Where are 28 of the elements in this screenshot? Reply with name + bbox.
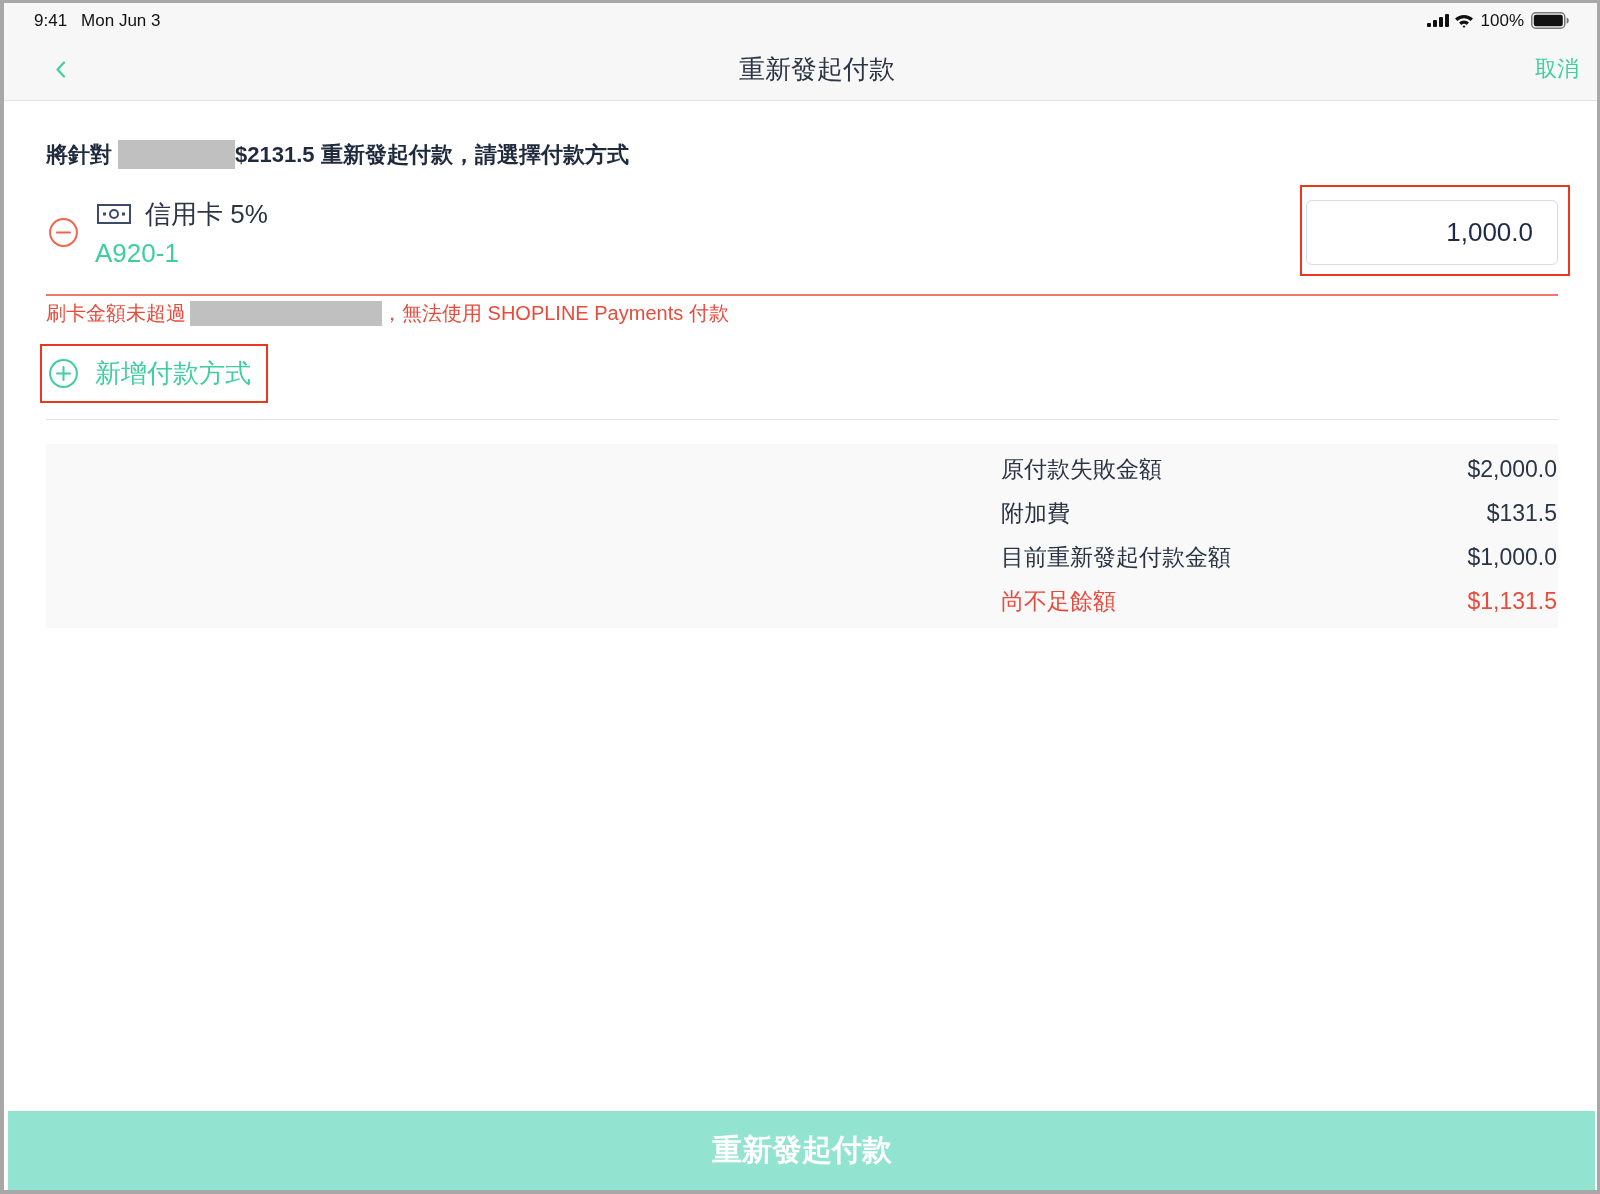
status-date: Mon Jun 3 [81, 10, 161, 31]
nav-title: 重新發起付款 [739, 52, 895, 86]
summary-label: 尚不足餘額 [1001, 587, 1116, 616]
summary-label: 原付款失敗金額 [1001, 455, 1162, 484]
summary-value: $131.5 [1486, 500, 1557, 527]
status-time: 9:41 [34, 10, 68, 31]
payment-method: 信用卡 5% [145, 197, 268, 231]
summary-label: 目前重新發起付款金額 [1001, 543, 1231, 572]
signal-icon [1426, 14, 1449, 27]
summary-value: $1,000.0 [1467, 544, 1557, 571]
back-icon[interactable] [55, 60, 66, 78]
summary-label: 附加費 [1001, 499, 1070, 528]
summary-value: $2,000.0 [1467, 456, 1557, 483]
terminal-id: A920-1 [95, 237, 180, 270]
battery-icon [1531, 12, 1569, 29]
battery-percent: 100% [1480, 10, 1524, 31]
instruction-text: $2131.5 重新發起付款，請選擇付款方式 [235, 140, 629, 169]
cancel-button[interactable]: 取消 [1535, 54, 1579, 84]
error-text: ，無法使用 SHOPLINE Payments 付款 [382, 300, 729, 326]
summary-value: $1,131.5 [1467, 588, 1557, 615]
instruction-text: 將針對 [46, 140, 112, 169]
wifi-icon [1453, 13, 1474, 28]
amount-field[interactable]: 1,000.0 [1306, 200, 1558, 265]
banknote-icon [97, 204, 131, 224]
plus-circle-icon [49, 358, 78, 388]
error-text: 刷卡金額未超過 [46, 300, 186, 326]
minus-circle-icon[interactable] [49, 218, 78, 247]
add-payment-button[interactable]: 新增付款方式 [49, 345, 251, 401]
